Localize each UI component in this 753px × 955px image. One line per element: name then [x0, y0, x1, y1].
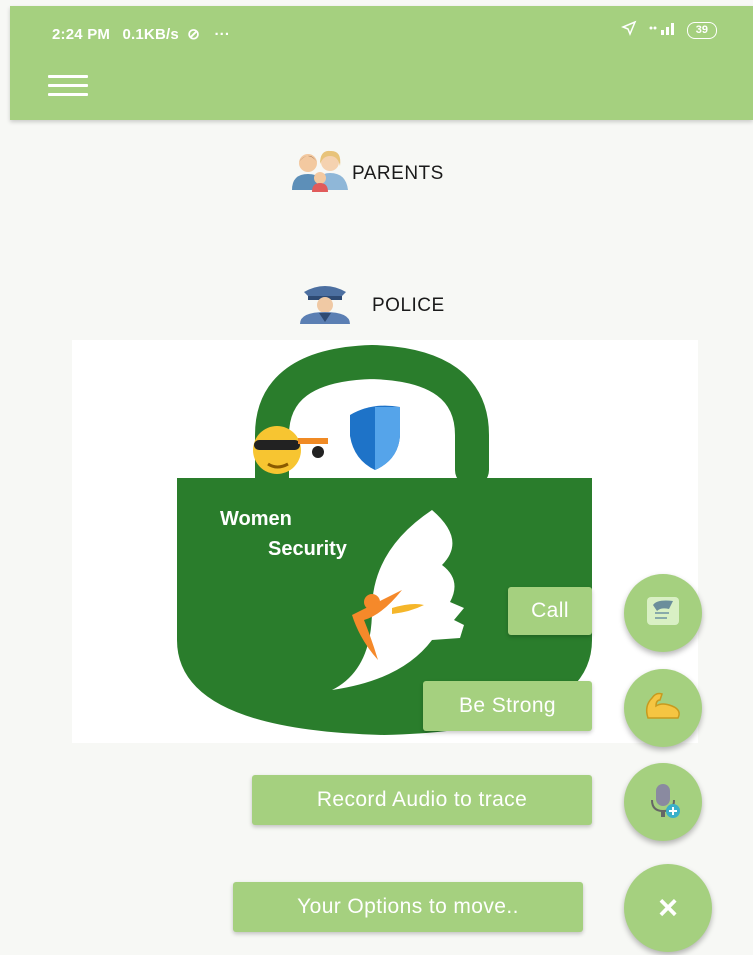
women-security-logo [177, 344, 592, 735]
banner-title-line1: Women [220, 508, 292, 530]
record-audio-button[interactable] [624, 763, 702, 841]
call-icon [643, 591, 683, 636]
record-audio-label[interactable]: Record Audio to trace [252, 775, 592, 825]
status-left: 2:24 PM 0.1KB/s ⊘ ··· [52, 25, 230, 43]
hamburger-icon[interactable] [48, 73, 90, 99]
status-time: 2:24 PM [52, 26, 111, 43]
app-bar: 2:24 PM 0.1KB/s ⊘ ··· 39 [10, 6, 753, 120]
be-strong-label[interactable]: Be Strong [423, 681, 592, 731]
nav-item-parents[interactable]: PARENTS [290, 150, 444, 197]
family-icon [290, 150, 352, 197]
be-strong-button[interactable] [624, 669, 702, 747]
status-bar: 2:24 PM 0.1KB/s ⊘ ··· 39 [10, 6, 753, 54]
alarm-off-icon: ⊘ [187, 26, 201, 43]
flexed-biceps-icon [642, 688, 684, 729]
more-notifications: ··· [214, 26, 231, 43]
police-officer-icon [294, 282, 356, 329]
close-icon: × [658, 889, 678, 927]
signal-icon [647, 20, 677, 40]
location-icon [620, 20, 637, 40]
call-button[interactable] [624, 574, 702, 652]
close-options-button[interactable]: × [624, 864, 712, 952]
microphone-icon [643, 780, 683, 825]
banner-title-line2: Security [268, 538, 347, 560]
parents-label: PARENTS [352, 162, 444, 184]
police-label: POLICE [372, 294, 445, 316]
battery-indicator: 39 [686, 21, 717, 39]
nav-item-police[interactable]: POLICE [294, 282, 445, 329]
options-label[interactable]: Your Options to move.. [233, 882, 583, 932]
call-label[interactable]: Call [508, 587, 592, 635]
network-speed: 0.1KB/s [122, 26, 179, 43]
status-right: 39 [620, 20, 717, 40]
women-security-banner: Women Security [72, 340, 698, 743]
